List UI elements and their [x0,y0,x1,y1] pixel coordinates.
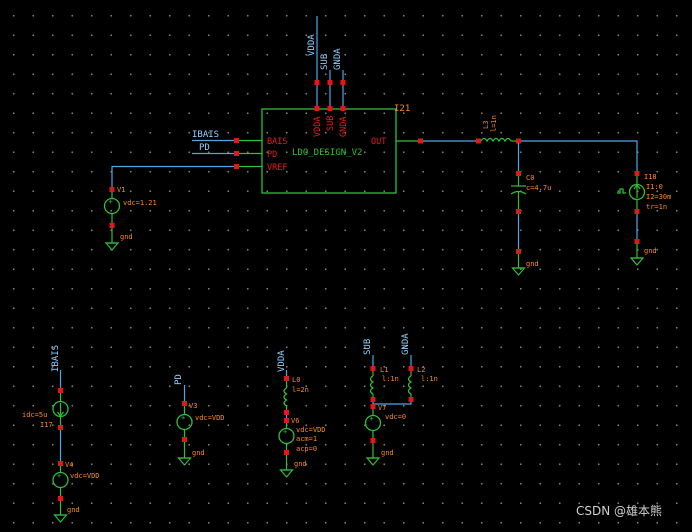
v3-source[interactable]: + V3 vdc=VDD gnd [176,401,225,466]
net-label-pd-bottom: PD [174,374,184,385]
v7-source[interactable]: + V7 vdc=0 gnd [364,404,407,466]
schematic-canvas[interactable]: I21 LDO_DESIGN_V2 BAIS PD VREF OUT VDDA … [0,0,692,532]
block-cell-label: LDO_DESIGN_V2 [292,148,362,158]
v6-name: V6 [291,417,299,425]
pin-sub-label: SUB [326,116,336,131]
net-label-sub-top: SUB [320,54,330,70]
c0-capacitor[interactable]: C0 c=4.7u gnd [510,171,551,276]
v1-param: vdc=1.21 [123,199,157,207]
v6-param-1: vdc=VDD [296,426,326,434]
net-label-vdda-top: VDDA [307,34,317,56]
l3-inductor[interactable]: L3 l=1n [476,115,521,144]
v4-source[interactable]: + V4 vdc=VDD gnd [52,461,100,523]
l3-name: L3 [482,121,490,129]
schematic-svg: I21 LDO_DESIGN_V2 BAIS PD VREF OUT VDDA … [22,16,671,523]
net-label-ibais-bottom: IBAIS [51,345,61,372]
net-label-ibais: IBAIS [192,130,219,140]
v7-param: vdc=0 [385,413,406,421]
net-label-sub-bottom: SUB [363,339,373,355]
pin-gnda-label: GNDA [339,117,349,137]
l1-param: l:1n [382,375,399,383]
i17-name: I17 [40,421,53,429]
l1-inductor[interactable]: L1 l:1n [369,366,399,402]
i18-name: I18 [644,173,657,181]
l1-name: L1 [380,366,388,374]
block-instance-label: I21 [394,104,410,114]
i18-param-2: I2=30m [646,193,671,201]
c0-gnd: gnd [526,260,539,268]
v3-name: V3 [189,402,197,410]
v1-source[interactable]: + V1 vdc=1.21 gnd [103,186,157,251]
i18-gnd: gnd [644,247,657,255]
v6-source[interactable]: + V6 vdc=VDD acm=1 acp=0 gnd [278,417,326,478]
l2-param: l:1n [421,375,438,383]
l0-name: L0 [292,376,300,384]
net-label-gnda-top: GNDA [333,48,343,70]
l2-inductor[interactable]: L2 l:1n [407,366,438,402]
v1-name: V1 [117,186,125,194]
pin-out-label: OUT [371,137,386,147]
l3-param: l=1n [490,115,498,132]
i18-pulse-source[interactable]: I18 I1:0 I2=30m tr=1n gnd [617,171,671,266]
c0-name: C0 [526,174,534,182]
ldo-block[interactable]: I21 LDO_DESIGN_V2 BAIS PD VREF OUT VDDA … [234,16,423,194]
v6-gnd: gnd [294,460,307,468]
v1-gnd: gnd [120,233,133,241]
v4-gnd: gnd [67,506,80,514]
pin-vref-label: VREF [267,163,287,173]
v3-gnd: gnd [192,449,205,457]
i18-param-3: tr=1n [646,203,667,211]
watermark: CSDN @雄本熊 [576,503,662,518]
svg-text:+: + [283,428,287,436]
v4-name: V4 [65,461,73,469]
svg-text:+: + [370,415,374,423]
net-label-vdda-bottom: VDDA [277,350,287,372]
i17-param: idc=5u [22,411,47,419]
l0-param: l=2n [292,386,309,394]
c0-param: c=4.7u [526,184,551,192]
v6-param-2: acm=1 [296,435,317,443]
l0-inductor[interactable]: L0 l=2n [283,376,309,415]
pin-bais-label: BAIS [267,137,287,147]
v6-param-3: acp=0 [296,445,317,453]
v7-name: V7 [378,404,386,412]
net-label-gnda-bottom: GNDA [401,333,411,355]
v4-param: vdc=VDD [70,472,100,480]
svg-text:+: + [57,472,61,480]
svg-text:+: + [109,198,113,206]
pin-vdda-label: VDDA [313,117,323,137]
pin-pd-label: PD [267,150,277,160]
i17-current-source[interactable]: idc=5u I17 [22,388,69,430]
net-label-pd: PD [199,143,210,153]
v3-param: vdc=VDD [195,414,225,422]
v7-gnd: gnd [381,449,394,457]
svg-text:+: + [181,414,185,422]
l2-name: L2 [417,366,425,374]
i18-param-1: I1:0 [646,183,663,191]
